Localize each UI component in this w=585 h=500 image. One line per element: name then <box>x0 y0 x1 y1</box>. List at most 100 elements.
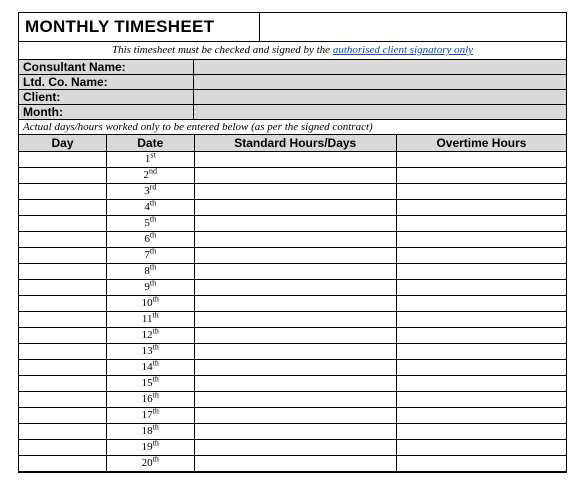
cell-standard[interactable] <box>194 328 396 344</box>
table-row: 16th <box>19 392 566 408</box>
cell-day[interactable] <box>19 248 107 264</box>
cell-standard[interactable] <box>194 216 396 232</box>
cell-date: 18th <box>107 424 195 440</box>
cell-standard[interactable] <box>194 168 396 184</box>
cell-date: 1st <box>107 152 195 168</box>
cell-day[interactable] <box>19 360 107 376</box>
cell-date: 5th <box>107 216 195 232</box>
cell-standard[interactable] <box>194 312 396 328</box>
consultant-value[interactable] <box>194 60 566 74</box>
cell-day[interactable] <box>19 200 107 216</box>
cell-overtime[interactable] <box>396 264 566 280</box>
notice-link[interactable]: authorised client signatory only <box>333 44 473 56</box>
info-row-consultant: Consultant Name: <box>19 60 566 75</box>
table-row: 7th <box>19 248 566 264</box>
cell-day[interactable] <box>19 264 107 280</box>
cell-date: 14th <box>107 360 195 376</box>
cell-day[interactable] <box>19 408 107 424</box>
month-label: Month: <box>19 105 194 119</box>
cell-overtime[interactable] <box>396 312 566 328</box>
cell-standard[interactable] <box>194 264 396 280</box>
cell-date: 9th <box>107 280 195 296</box>
cell-standard[interactable] <box>194 408 396 424</box>
cell-day[interactable] <box>19 440 107 456</box>
cell-day[interactable] <box>19 296 107 312</box>
cell-standard[interactable] <box>194 392 396 408</box>
cell-date: 8th <box>107 264 195 280</box>
cell-day[interactable] <box>19 312 107 328</box>
cell-date: 11th <box>107 312 195 328</box>
cell-overtime[interactable] <box>396 296 566 312</box>
cell-standard[interactable] <box>194 376 396 392</box>
cell-day[interactable] <box>19 184 107 200</box>
table-row: 15th <box>19 376 566 392</box>
cell-standard[interactable] <box>194 344 396 360</box>
consultant-label: Consultant Name: <box>19 60 194 74</box>
cell-standard[interactable] <box>194 440 396 456</box>
cell-overtime[interactable] <box>396 168 566 184</box>
cell-date: 20th <box>107 456 195 472</box>
cell-overtime[interactable] <box>396 424 566 440</box>
cell-standard[interactable] <box>194 280 396 296</box>
cell-overtime[interactable] <box>396 328 566 344</box>
cell-day[interactable] <box>19 424 107 440</box>
cell-overtime[interactable] <box>396 440 566 456</box>
cell-overtime[interactable] <box>396 456 566 472</box>
cell-overtime[interactable] <box>396 184 566 200</box>
client-label: Client: <box>19 90 194 104</box>
client-value[interactable] <box>194 90 566 104</box>
cell-overtime[interactable] <box>396 392 566 408</box>
table-row: 19th <box>19 440 566 456</box>
cell-standard[interactable] <box>194 360 396 376</box>
cell-overtime[interactable] <box>396 360 566 376</box>
cell-day[interactable] <box>19 456 107 472</box>
cell-day[interactable] <box>19 328 107 344</box>
table-row: 10th <box>19 296 566 312</box>
cell-overtime[interactable] <box>396 152 566 168</box>
cell-overtime[interactable] <box>396 280 566 296</box>
cell-standard[interactable] <box>194 200 396 216</box>
cell-standard[interactable] <box>194 232 396 248</box>
info-row-ltdco: Ltd. Co. Name: <box>19 75 566 90</box>
ltdco-value[interactable] <box>194 75 566 89</box>
info-row-month: Month: <box>19 105 566 120</box>
header-standard: Standard Hours/Days <box>194 135 396 152</box>
cell-standard[interactable] <box>194 248 396 264</box>
table-row: 17th <box>19 408 566 424</box>
cell-overtime[interactable] <box>396 344 566 360</box>
cell-day[interactable] <box>19 216 107 232</box>
cell-date: 7th <box>107 248 195 264</box>
cell-standard[interactable] <box>194 152 396 168</box>
table-row: 2nd <box>19 168 566 184</box>
table-row: 14th <box>19 360 566 376</box>
cell-day[interactable] <box>19 392 107 408</box>
table-header-row: Day Date Standard Hours/Days Overtime Ho… <box>19 135 566 152</box>
cell-standard[interactable] <box>194 296 396 312</box>
cell-day[interactable] <box>19 376 107 392</box>
cell-standard[interactable] <box>194 456 396 472</box>
table-row: 8th <box>19 264 566 280</box>
cell-overtime[interactable] <box>396 376 566 392</box>
table-row: 13th <box>19 344 566 360</box>
table-row: 3rd <box>19 184 566 200</box>
table-row: 12th <box>19 328 566 344</box>
cell-overtime[interactable] <box>396 216 566 232</box>
cell-date: 16th <box>107 392 195 408</box>
table-row: 11th <box>19 312 566 328</box>
cell-date: 13th <box>107 344 195 360</box>
cell-standard[interactable] <box>194 424 396 440</box>
cell-day[interactable] <box>19 232 107 248</box>
cell-overtime[interactable] <box>396 200 566 216</box>
cell-overtime[interactable] <box>396 408 566 424</box>
cell-day[interactable] <box>19 344 107 360</box>
cell-day[interactable] <box>19 280 107 296</box>
notice-text: This timesheet must be checked and signe… <box>19 42 566 60</box>
cell-day[interactable] <box>19 152 107 168</box>
cell-day[interactable] <box>19 168 107 184</box>
cell-overtime[interactable] <box>396 232 566 248</box>
table-row: 4th <box>19 200 566 216</box>
cell-overtime[interactable] <box>396 248 566 264</box>
cell-standard[interactable] <box>194 184 396 200</box>
month-value[interactable] <box>194 105 566 119</box>
cell-date: 15th <box>107 376 195 392</box>
